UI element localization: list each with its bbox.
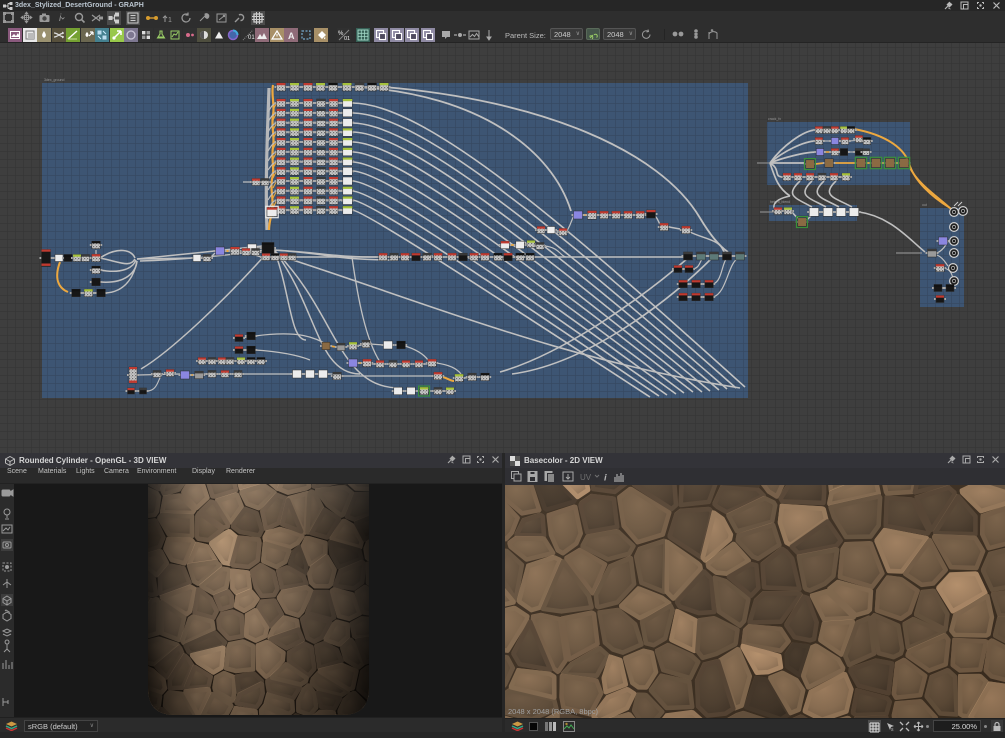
- svg-text:i: i: [604, 473, 607, 484]
- svg-text:s: s: [891, 727, 894, 732]
- svg-text:01: 01: [344, 36, 350, 42]
- svg-text:1: 1: [168, 17, 172, 24]
- svg-text:UV: UV: [580, 473, 592, 482]
- svg-text:crack_fx: crack_fx: [768, 117, 781, 121]
- svg-text:01: 01: [248, 35, 255, 41]
- svg-text:out: out: [922, 203, 927, 207]
- svg-text:height_blend: height_blend: [770, 200, 790, 204]
- svg-text:3dex_ground: 3dex_ground: [44, 78, 64, 82]
- svg-text:A: A: [288, 31, 295, 41]
- svg-text:i: i: [59, 13, 62, 24]
